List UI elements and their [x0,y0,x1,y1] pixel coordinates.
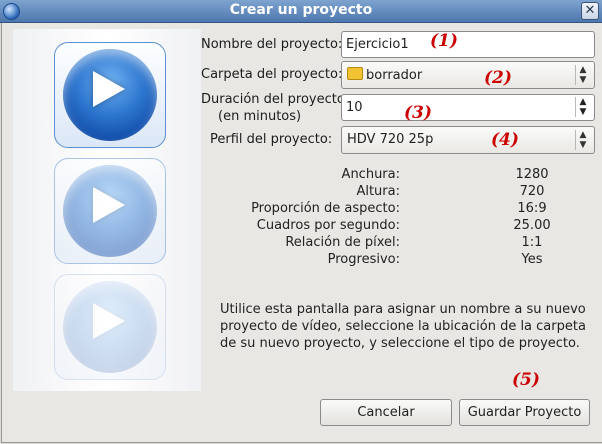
info-row: Altura: 720 [356,184,545,199]
info-row: Relación de píxel: 1:1 [285,235,543,250]
save-project-button[interactable]: Guardar Proyecto [459,399,590,426]
spin-arrows-icon[interactable]: ▲ ▼ [575,97,590,117]
project-folder-value: borrador [366,68,423,83]
cancel-button[interactable]: Cancelar [320,399,452,426]
close-icon[interactable]: ✕ [581,2,599,20]
duration-spinbox[interactable]: 10 ▲ ▼ [341,94,595,121]
window-title: Crear un proyecto [229,2,373,18]
annotation-5: (5) [512,370,540,390]
project-profile-select[interactable]: HDV 720 25p ▲ ▼ [341,126,595,154]
info-row: Progresivo: Yes [327,252,543,267]
title-bar: Crear un proyecto ✕ [0,0,602,23]
decorative-panel [13,29,201,391]
project-name-input[interactable]: Ejercicio1 [341,31,595,58]
annotation-1: (1) [430,31,458,51]
chevron-updown-icon: ▲ ▼ [575,130,590,150]
project-profile-value: HDV 720 25p [347,132,434,147]
project-folder-label: Carpeta del proyecto: [201,67,343,82]
duration-value: 10 [346,100,363,115]
folder-icon [347,67,363,80]
play-icon [54,274,166,380]
duration-label: Duración del proyecto [201,92,345,107]
profile-info: Anchura: 1280 Altura: 720 Proporción de as… [220,167,580,269]
annotation-4: (4) [491,130,519,150]
help-text: Utilice esta pantalla para asignar un no… [220,302,586,351]
annotation-2: (2) [484,68,512,88]
project-name-value: Ejercicio1 [346,37,409,52]
updown-arrows-icon: ▲ ▼ [575,65,590,85]
info-row: Anchura: 1280 [341,167,549,182]
info-row: Proporción de aspecto: 16:9 [251,201,547,216]
play-icon [54,158,166,264]
info-row: Cuadros por segundo: 25.00 [256,218,551,233]
play-icon [54,42,166,148]
duration-unit-label: (en minutos) [218,109,302,124]
project-folder-select[interactable]: borrador ▲ ▼ [341,61,595,89]
project-name-label: Nombre del proyecto: [201,37,343,52]
project-profile-label: Perfil del proyecto: [210,132,333,147]
annotation-3: (3) [404,103,432,123]
